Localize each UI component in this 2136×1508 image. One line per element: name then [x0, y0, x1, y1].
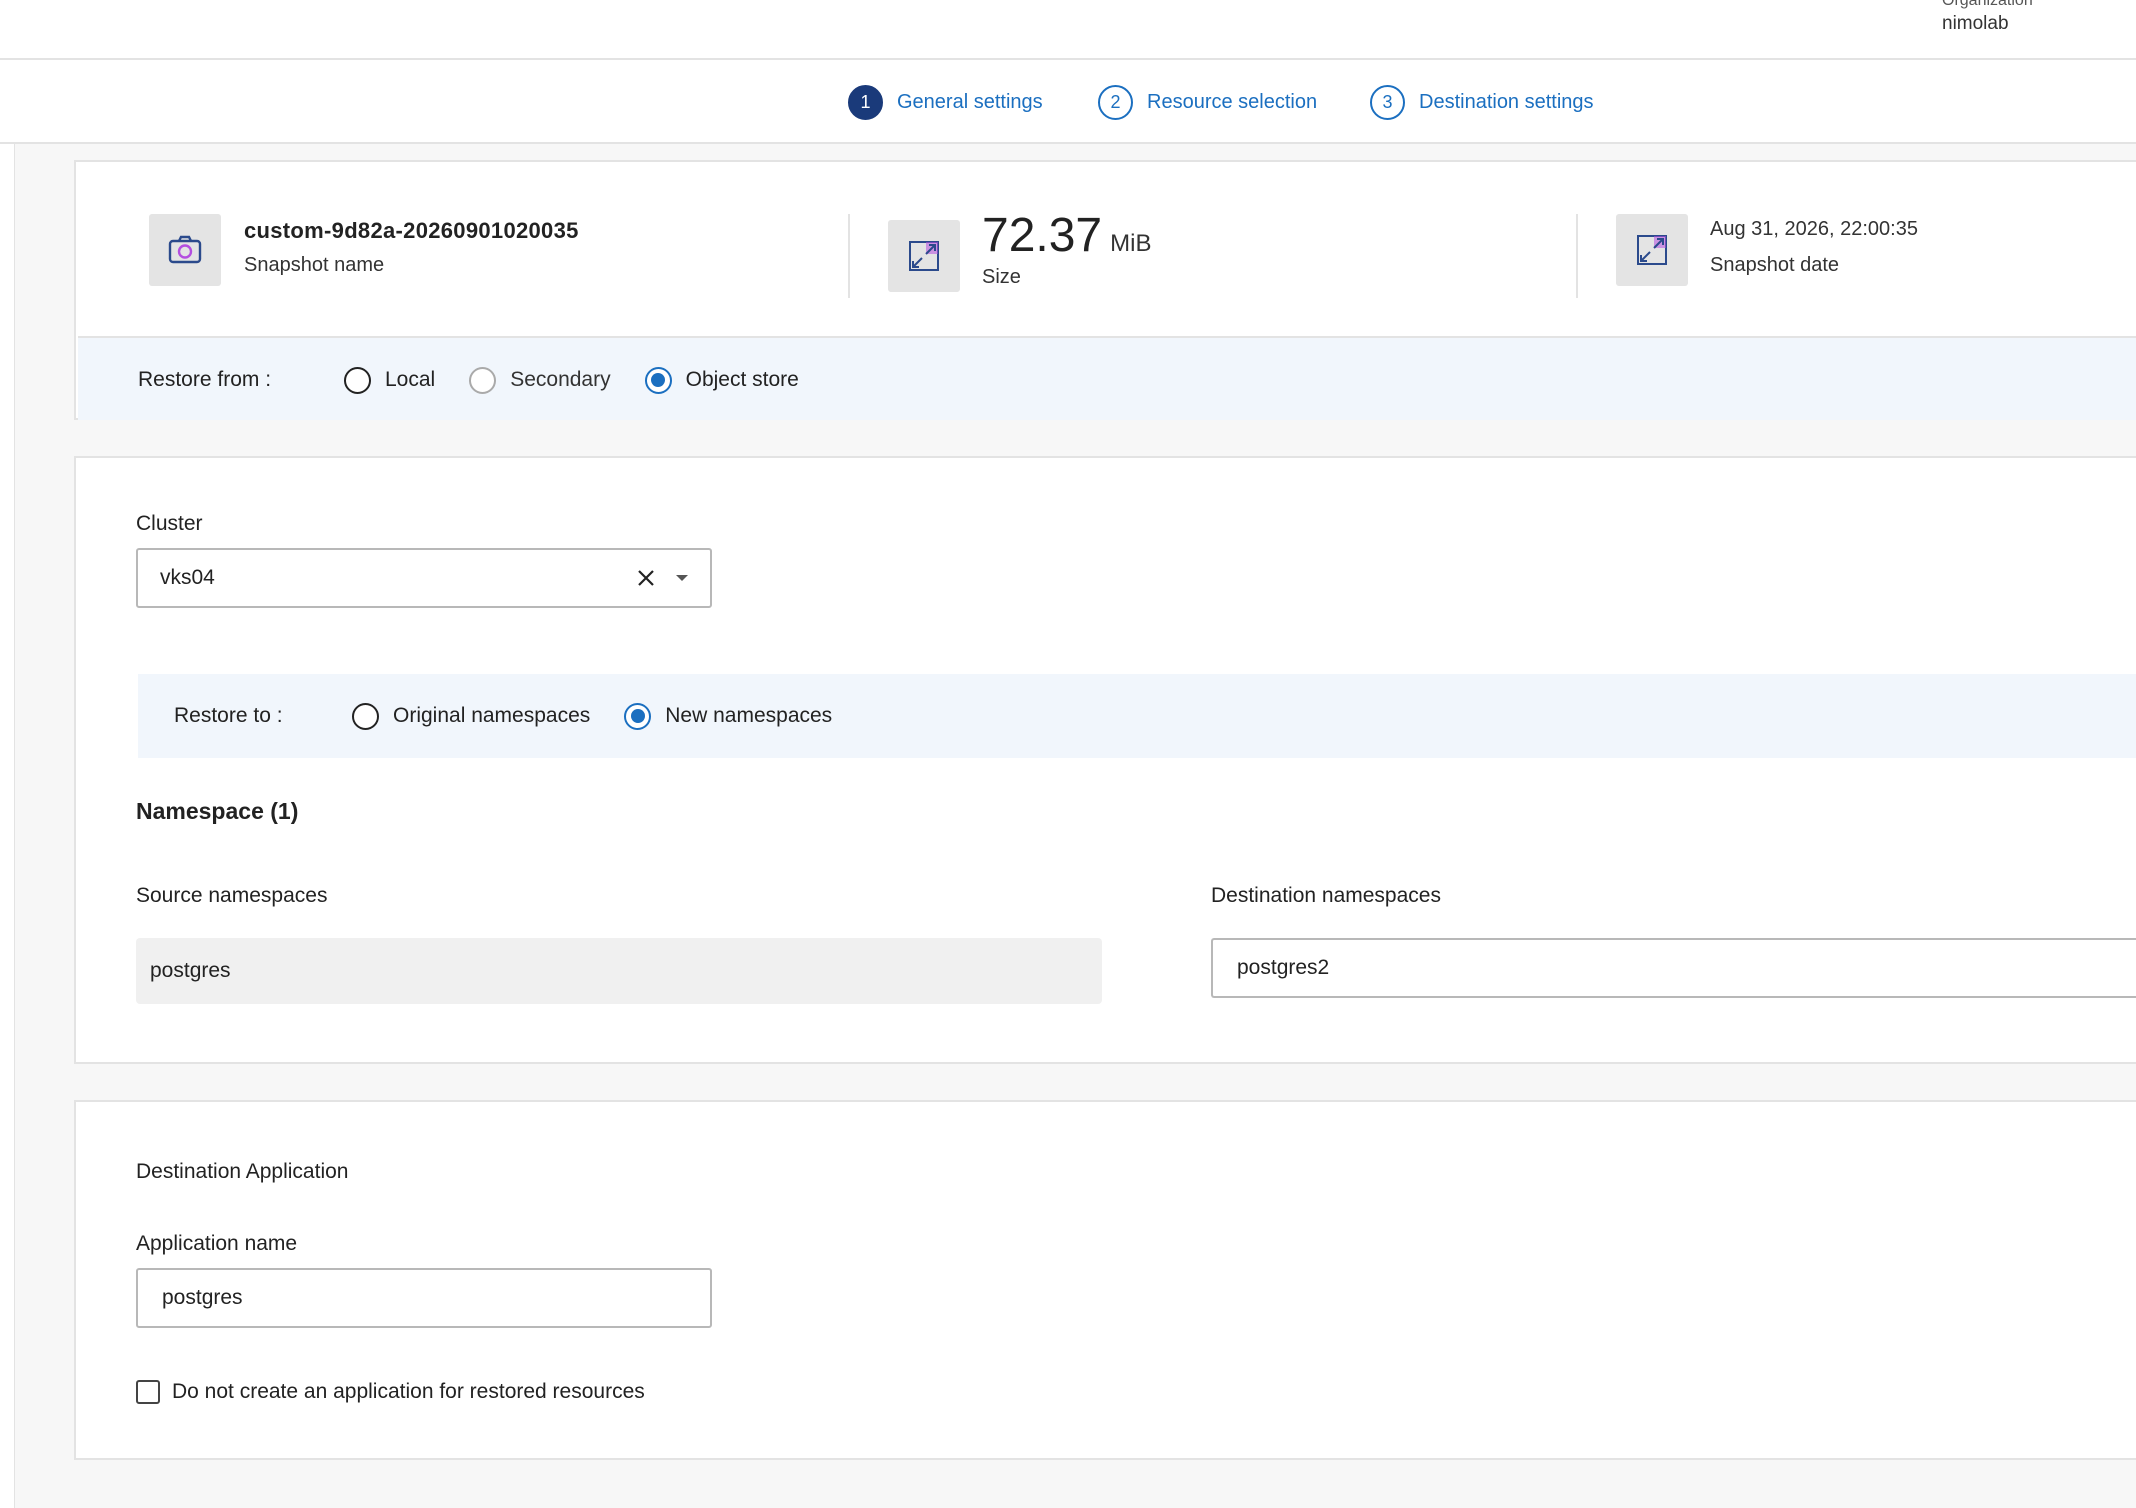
- chevron-down-icon[interactable]: [664, 560, 700, 596]
- clear-icon[interactable]: [628, 560, 664, 596]
- step-number: 2: [1098, 84, 1133, 120]
- step-label: Resource selection: [1147, 90, 1318, 113]
- no-application-checkbox-row[interactable]: Do not create an application for restore…: [136, 1380, 645, 1404]
- radio-local-label[interactable]: Local: [385, 368, 435, 392]
- destination-namespace-input[interactable]: [1211, 938, 2136, 998]
- cluster-select-value: vks04: [160, 566, 215, 589]
- organization-name[interactable]: nimolab: [1942, 13, 2009, 35]
- snapshot-size: 72.37 MiB: [982, 208, 1151, 263]
- left-rail: [0, 144, 15, 1508]
- radio-secondary[interactable]: [469, 366, 497, 394]
- snapshot-date-label: Snapshot date: [1710, 254, 1839, 276]
- radio-object-store-label[interactable]: Object store: [686, 368, 799, 392]
- step-destination-settings[interactable]: 3 Destination settings: [1370, 84, 1594, 120]
- step-resource-selection[interactable]: 2 Resource selection: [1098, 84, 1317, 120]
- camera-icon: [149, 214, 221, 286]
- restore-from-label: Restore from :: [138, 368, 272, 391]
- radio-local[interactable]: [344, 366, 371, 394]
- step-number: 3: [1370, 84, 1405, 120]
- radio-new-namespaces-label[interactable]: New namespaces: [665, 704, 832, 728]
- divider: [1576, 214, 1578, 298]
- snapshot-size-label: Size: [982, 266, 1021, 288]
- destination-application-card: Destination Application Application name…: [74, 1100, 2136, 1460]
- application-name-label: Application name: [136, 1232, 298, 1255]
- cluster-select[interactable]: vks04: [136, 548, 712, 608]
- step-label: General settings: [897, 90, 1043, 113]
- restore-to-strip: Restore to : Original namespaces New nam…: [138, 674, 2136, 758]
- snapshot-name-label: Snapshot name: [244, 254, 385, 276]
- snapshot-date-value: Aug 31, 2026, 22:00:35: [1710, 218, 1918, 240]
- radio-secondary-label[interactable]: Secondary: [510, 368, 610, 392]
- restore-from-row: Restore from : Local Secondary Object st…: [138, 338, 799, 422]
- top-bar: Organization nimolab: [0, 0, 2136, 60]
- no-application-checkbox[interactable]: [136, 1380, 160, 1404]
- snapshot-size-unit: MiB: [1110, 230, 1152, 257]
- radio-original-namespaces[interactable]: [352, 702, 379, 730]
- restore-to-row: Restore to : Original namespaces New nam…: [174, 674, 832, 758]
- cluster-label: Cluster: [136, 512, 203, 535]
- restore-to-label: Restore to :: [174, 704, 283, 727]
- step-label: Destination settings: [1419, 90, 1594, 113]
- snapshot-size-value: 72.37: [982, 209, 1103, 262]
- application-name-input[interactable]: [136, 1268, 712, 1328]
- source-namespace-value: postgres: [136, 938, 1102, 1004]
- radio-original-namespaces-label[interactable]: Original namespaces: [393, 704, 590, 728]
- expand-icon: [888, 220, 960, 292]
- organization-label: Organization: [1942, 0, 2033, 9]
- step-general-settings[interactable]: 1 General settings: [848, 84, 1043, 120]
- step-number: 1: [848, 84, 883, 120]
- expand-icon: [1616, 214, 1688, 286]
- destination-namespaces-label: Destination namespaces: [1211, 884, 1441, 907]
- snapshot-name-value: custom-9d82a-20260901020035: [244, 218, 579, 243]
- wizard-stepper: 1 General settings 2 Resource selection …: [0, 60, 2136, 144]
- radio-new-namespaces[interactable]: [624, 702, 652, 730]
- restore-from-strip: Restore from : Local Secondary Object st…: [78, 336, 2136, 420]
- radio-object-store[interactable]: [644, 366, 672, 394]
- divider: [848, 214, 850, 298]
- no-application-checkbox-label[interactable]: Do not create an application for restore…: [172, 1380, 645, 1404]
- destination-card: Cluster vks04 Restore to : Original name…: [74, 456, 2136, 1064]
- destination-application-title: Destination Application: [136, 1160, 349, 1183]
- namespace-title: Namespace (1): [136, 798, 299, 824]
- snapshot-info-card: custom-9d82a-20260901020035 Snapshot nam…: [74, 160, 2136, 420]
- source-namespaces-label: Source namespaces: [136, 884, 328, 907]
